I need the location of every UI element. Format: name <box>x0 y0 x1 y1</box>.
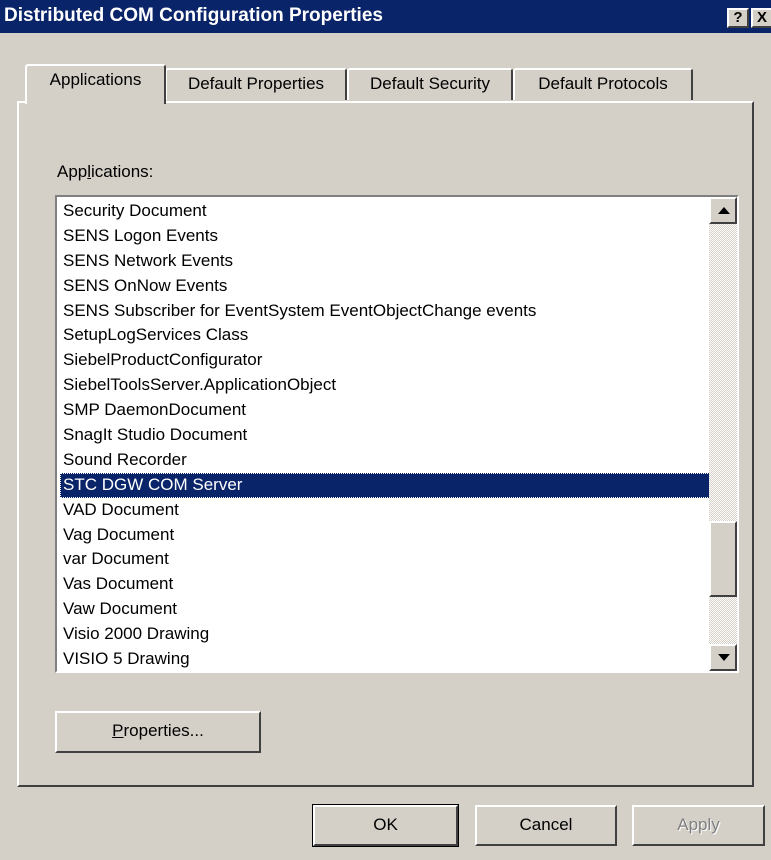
list-item[interactable]: SMP DaemonDocument <box>60 398 710 423</box>
list-item[interactable]: VISIO 5 Drawing <box>60 647 710 671</box>
list-item[interactable]: SetupLogServices Class <box>60 323 710 348</box>
list-item[interactable]: SiebelToolsServer.ApplicationObject <box>60 373 710 398</box>
ok-button[interactable]: OK <box>312 804 459 847</box>
tab-default-protocols[interactable]: Default Protocols <box>513 68 693 100</box>
applications-listbox[interactable]: Security Document SENS Logon Events SENS… <box>55 195 739 673</box>
vertical-scrollbar[interactable] <box>709 197 737 671</box>
list-item[interactable]: Sound Recorder <box>60 448 710 473</box>
list-item[interactable]: SENS OnNow Events <box>60 274 710 299</box>
list-item[interactable]: Visio 2000 Drawing <box>60 622 710 647</box>
list-item[interactable]: Vaw Document <box>60 597 710 622</box>
applications-label: Applications: <box>57 162 154 181</box>
cancel-button[interactable]: Cancel <box>475 805 617 846</box>
list-item[interactable]: var Document <box>60 547 710 572</box>
tab-label: Default Security <box>370 74 490 93</box>
arrow-up-icon <box>718 207 730 214</box>
title-bar[interactable]: Distributed COM Configuration Properties… <box>0 0 771 33</box>
list-item[interactable]: Vag Document <box>60 523 710 548</box>
list-item[interactable]: SENS Subscriber for EventSystem EventObj… <box>60 299 710 324</box>
apply-button[interactable]: Apply <box>632 805 765 846</box>
list-item[interactable]: SENS Logon Events <box>60 224 710 249</box>
tab-default-security[interactable]: Default Security <box>347 68 513 100</box>
list-item[interactable]: SnagIt Studio Document <box>60 423 710 448</box>
tab-default-properties[interactable]: Default Properties <box>165 68 347 100</box>
arrow-down-icon <box>718 654 730 661</box>
scroll-down-button[interactable] <box>709 644 737 671</box>
window-title: Distributed COM Configuration Properties <box>4 5 383 26</box>
list-item[interactable]: SENS Network Events <box>60 249 710 274</box>
scroll-thumb[interactable] <box>709 521 737 597</box>
tab-label: Default Protocols <box>538 74 668 93</box>
scroll-up-button[interactable] <box>709 197 737 224</box>
properties-button[interactable]: Properties... <box>55 711 261 753</box>
list-item[interactable]: VAD Document <box>60 498 710 523</box>
help-button[interactable]: ? <box>727 8 749 28</box>
list-item[interactable]: SiebelProductConfigurator <box>60 348 710 373</box>
tab-applications[interactable]: Applications <box>25 64 166 104</box>
close-button[interactable]: X <box>751 8 771 28</box>
tab-label: Applications <box>49 70 142 89</box>
dialog-window: Distributed COM Configuration Properties… <box>0 0 771 860</box>
list-item-selected[interactable]: STC DGW COM Server <box>60 472 710 498</box>
list-item[interactable]: Security Document <box>60 199 710 224</box>
applications-list: Security Document SENS Logon Events SENS… <box>60 199 710 671</box>
list-item[interactable]: Vas Document <box>60 572 710 597</box>
tab-label: Default Properties <box>187 74 325 93</box>
